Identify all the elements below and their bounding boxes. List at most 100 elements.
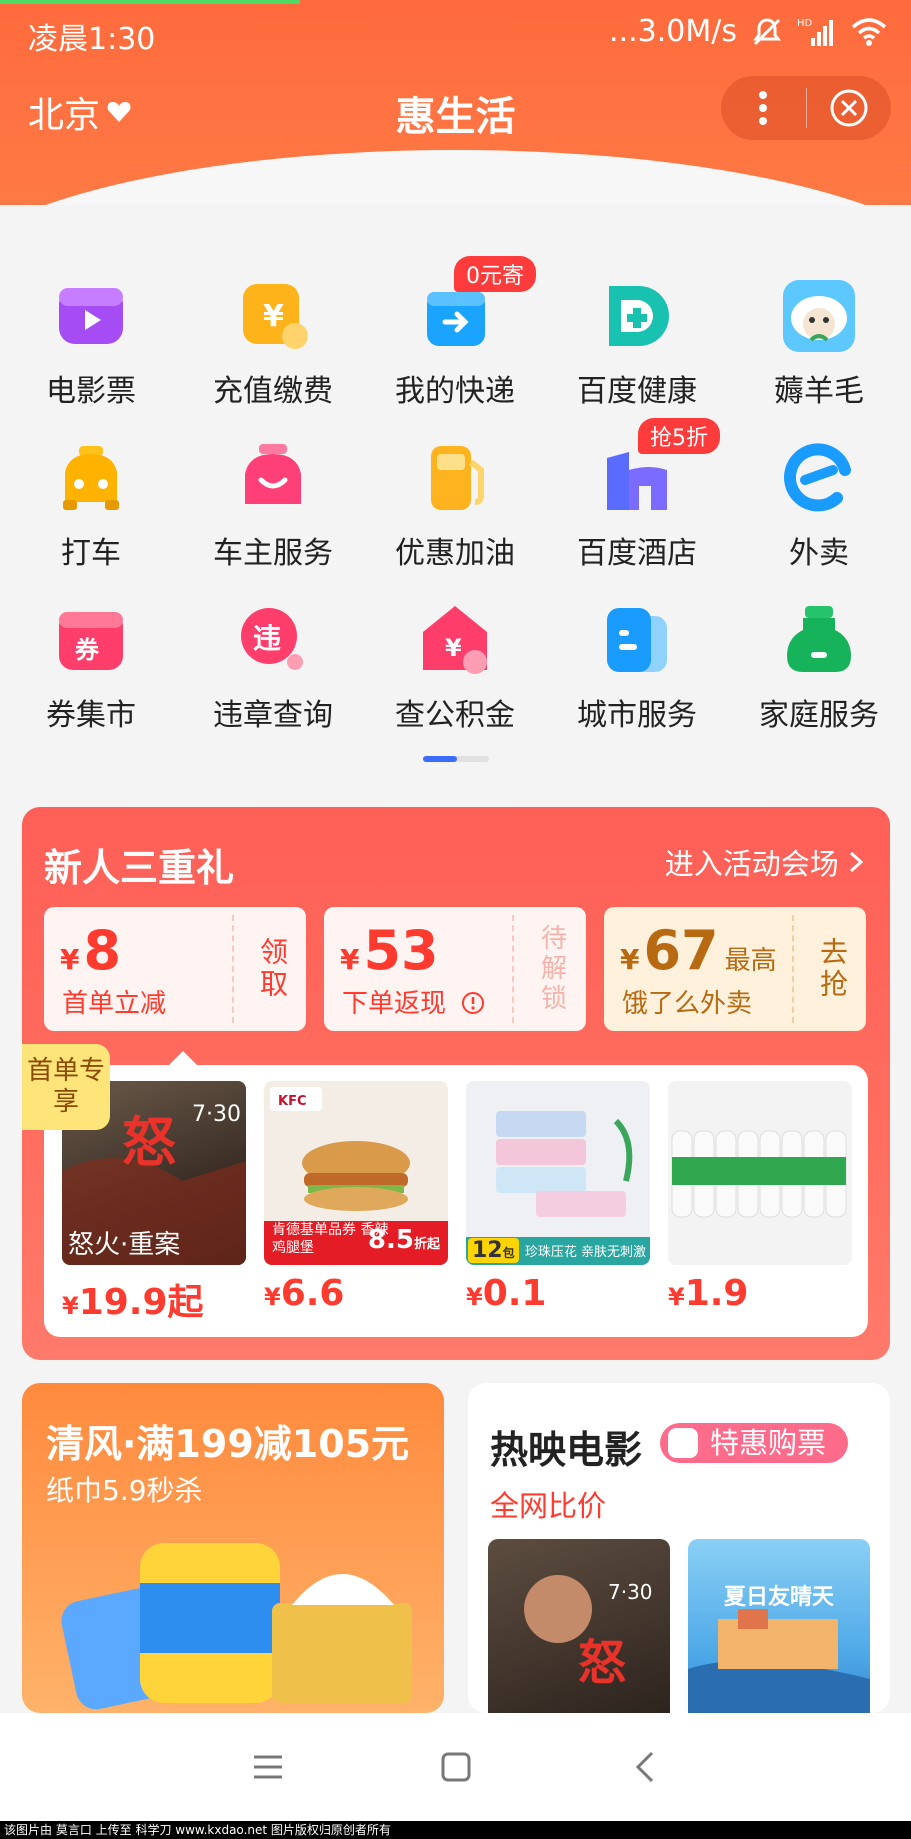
movie-poster-2[interactable]: 夏日友晴天 (688, 1539, 870, 1713)
price-value: 6.6 (280, 1273, 345, 1314)
nav-bar: 北京 惠生活 (0, 70, 911, 150)
hot-movies-card[interactable]: 热映电影 特惠购票 全网比价 怒 7·30 夏日友晴天 (468, 1383, 890, 1713)
service-label: 我的快递 (395, 374, 515, 409)
more-button[interactable] (721, 76, 806, 140)
system-nav-bar (0, 1713, 911, 1821)
grid-pager (423, 756, 489, 762)
service-fuel[interactable]: 优惠加油 (364, 432, 546, 592)
milk-bottles-art (671, 1130, 847, 1218)
service-label: 车主服务 (213, 536, 333, 571)
coupon-desc: 首单立减 (62, 989, 167, 1019)
svg-text:HD: HD (797, 18, 813, 29)
home-square-icon[interactable] (434, 1745, 478, 1789)
close-circle-icon (830, 89, 868, 127)
app-header: 凌晨1:30 ...3.0M/s HD 北京 惠生活 (0, 0, 911, 205)
service-label: 违章查询 (213, 698, 333, 733)
service-row-1: 电影票 ¥ 充值缴费 0元寄 我的快递 百度健康 薅羊毛 (0, 256, 911, 430)
product-price: ¥6.6 (264, 1273, 448, 1314)
coupon-grab-button[interactable]: 去抢 (798, 907, 866, 1031)
service-movie-ticket[interactable]: 电影票 (0, 270, 182, 430)
svg-text:怒: 怒 (122, 1111, 176, 1174)
promo-title: 新人三重礼 (44, 846, 235, 890)
product-image-kfc: KFC 肯德基单品券 香辣鸡腿堡 8.5折起 (264, 1081, 448, 1265)
service-home[interactable]: 家庭服务 (728, 594, 910, 754)
signal-icon: HD (797, 18, 833, 46)
service-takeout[interactable]: 外卖 (728, 432, 910, 592)
coupon-desc: 下单返现 (342, 983, 486, 1020)
tissue-products-art (61, 1543, 412, 1710)
qingfeng-subtitle: 纸巾5.9秒杀 (46, 1474, 203, 1507)
svg-text:7·30: 7·30 (608, 1580, 653, 1604)
service-housing-fund[interactable]: ¥ 查公积金 (364, 594, 546, 754)
service-label: 查公积金 (395, 698, 515, 733)
coupon-eleme[interactable]: ¥67 最高 饿了么外卖 去抢 (604, 907, 866, 1031)
service-tag-badge: 抢5折 (638, 418, 720, 454)
service-recharge[interactable]: ¥ 充值缴费 (182, 270, 364, 430)
poster-title: 夏日友晴天 (723, 1585, 834, 1610)
coupon-amount: ¥67 最高 (620, 919, 777, 982)
service-health[interactable]: 百度健康 (546, 270, 728, 430)
coupon-perforation (512, 915, 514, 1023)
health-cross-icon (609, 286, 669, 346)
service-taxi[interactable]: 打车 (0, 432, 182, 592)
yen-symbol: ¥ (668, 1283, 685, 1311)
product-price: ¥19.9起 (62, 1273, 246, 1325)
service-label: 百度健康 (577, 374, 697, 409)
taxi-icon (63, 446, 119, 510)
service-violation[interactable]: 违 违章查询 (182, 594, 364, 754)
service-city[interactable]: 城市服务 (546, 594, 728, 754)
header-curve (0, 150, 911, 205)
product-image-tissue: 12包 珍珠压花 亲肤无刺激 (466, 1081, 650, 1265)
coupon-claim-button[interactable]: 领取 (238, 907, 306, 1031)
coupon-value: 53 (363, 919, 439, 982)
status-indicators: ...3.0M/s HD (609, 14, 887, 49)
poster-art-luca (688, 1609, 870, 1713)
info-circle-icon[interactable] (460, 990, 486, 1016)
service-label: 打车 (61, 536, 121, 571)
coupon-icon: 券 (59, 612, 123, 670)
recharge-yen-icon: ¥ (243, 284, 308, 349)
yen-symbol: ¥ (466, 1283, 483, 1311)
coupon-first-order[interactable]: ¥8 首单立减 领取 (44, 907, 306, 1031)
product-ad-milk[interactable]: ¥1.9 (668, 1081, 852, 1314)
status-time: 凌晨1:30 (28, 22, 156, 57)
coupon-cashback[interactable]: ¥53 下单返现 待解锁 (324, 907, 586, 1031)
service-car-owner[interactable]: 车主服务 (182, 432, 364, 592)
service-express[interactable]: 0元寄 我的快递 (364, 256, 546, 430)
first-order-badge: 首单专享 (22, 1044, 110, 1130)
poster-art-angry: 怒 7·30 (524, 1575, 653, 1691)
chevron-right-icon (849, 851, 864, 873)
coupon-value: 67 (643, 919, 719, 982)
load-progress-bar (0, 0, 300, 4)
coupon-suffix: 最高 (724, 946, 777, 976)
promo-enter-link[interactable]: 进入活动会场 (665, 841, 864, 883)
watermark-footer: 该图片由 莫言口 上传至 科学刀 www.kxdao.net 图片版权归原创者所… (0, 1821, 911, 1839)
service-label: 电影票 (46, 374, 136, 409)
movie-poster-1[interactable]: 怒 7·30 (488, 1539, 670, 1713)
back-chevron-icon[interactable] (624, 1745, 668, 1789)
product-tissue[interactable]: 12包 珍珠压花 亲肤无刺激 ¥0.1 (466, 1081, 650, 1314)
price-value: 0.1 (482, 1273, 547, 1314)
service-label: 充值缴费 (213, 374, 333, 409)
violation-search-icon: 违 (241, 608, 303, 670)
service-hotel[interactable]: 抢5折 百度酒店 (546, 418, 728, 592)
menu-lines-icon[interactable] (246, 1745, 290, 1789)
product-kfc[interactable]: KFC 肯德基单品券 香辣鸡腿堡 8.5折起 ¥6.6 (264, 1081, 448, 1314)
close-button[interactable] (807, 76, 892, 140)
qingfeng-promo-card[interactable]: 清风·满199减105元 纸巾5.9秒杀 (22, 1383, 444, 1713)
mute-icon (753, 17, 781, 45)
yen-symbol: ¥ (62, 1292, 79, 1320)
price-value: 1.9 (684, 1273, 749, 1314)
city-service-icon (607, 608, 667, 672)
service-sheep[interactable]: 薅羊毛 (728, 270, 910, 430)
service-label: 优惠加油 (395, 536, 515, 571)
discount-ticket-pill[interactable]: 特惠购票 (660, 1423, 849, 1463)
svg-text:券: 券 (75, 636, 100, 664)
service-label: 薅羊毛 (774, 374, 864, 409)
home-service-icon (787, 606, 851, 672)
sheep-icon (783, 280, 855, 352)
product-price: ¥1.9 (668, 1273, 852, 1314)
product-caption: 怒火·重案 (68, 1230, 181, 1260)
coupon-desc: 饿了么外卖 (622, 989, 753, 1019)
service-coupon-market[interactable]: 券 券集市 (0, 594, 182, 754)
